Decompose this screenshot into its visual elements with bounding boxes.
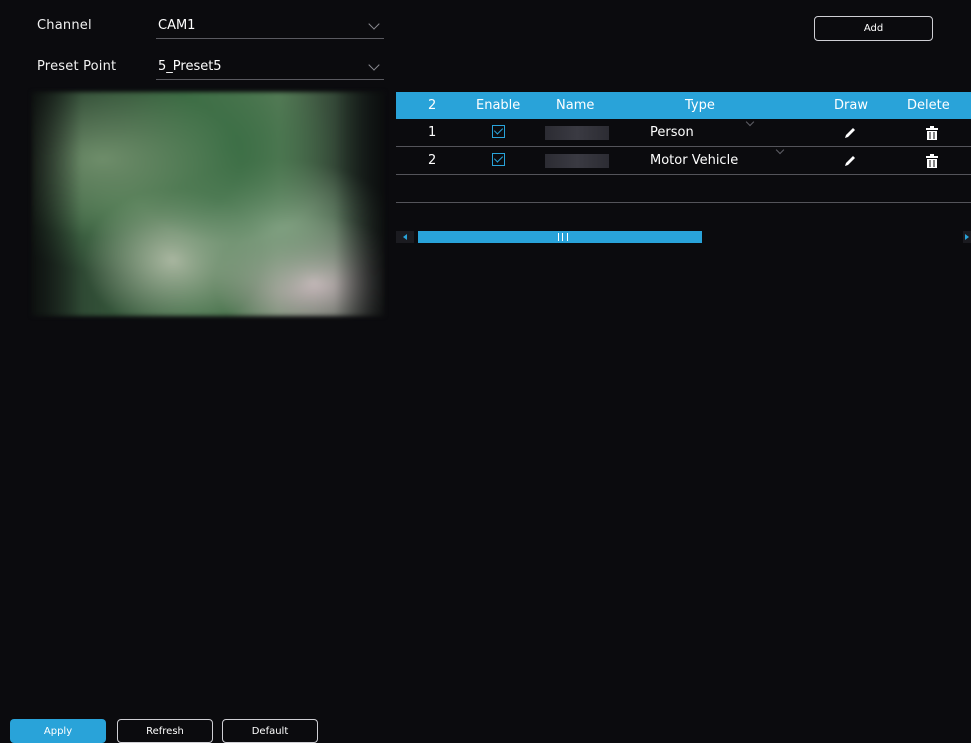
table-horizontal-scrollbar[interactable] [396, 229, 971, 243]
preset-point-select-value: 5_Preset5 [158, 59, 222, 74]
channel-select[interactable]: CAM1 [156, 16, 384, 39]
name-input[interactable] [545, 154, 609, 168]
channel-select-value: CAM1 [158, 18, 196, 33]
apply-button[interactable]: Apply [10, 719, 106, 743]
column-header-type: Type [685, 98, 715, 113]
trash-icon[interactable] [926, 126, 938, 140]
default-button[interactable]: Default [222, 719, 318, 743]
camera-preview-image [32, 92, 384, 316]
trash-icon[interactable] [926, 154, 938, 168]
preset-point-label: Preset Point [37, 59, 117, 74]
refresh-button[interactable]: Refresh [117, 719, 213, 743]
table-row-empty [396, 175, 971, 203]
table-row: 2 Motor Vehicle [396, 145, 971, 175]
chevron-down-icon [368, 18, 380, 30]
rule-table: 2 Enable Name Type Draw Delete 1 Person [396, 92, 971, 203]
channel-label: Channel [37, 18, 92, 33]
column-header-name: Name [556, 98, 595, 113]
column-header-enable: Enable [476, 98, 521, 113]
chevron-down-icon [775, 145, 785, 155]
pencil-icon[interactable] [843, 126, 857, 140]
table-header: 2 Enable Name Type Draw Delete [396, 92, 971, 119]
enable-checkbox[interactable] [492, 153, 505, 166]
scroll-right-arrow-icon[interactable] [963, 231, 971, 243]
name-input[interactable] [545, 126, 609, 140]
add-button[interactable]: Add [814, 16, 933, 41]
scroll-left-arrow-icon[interactable] [396, 231, 414, 243]
preset-point-select[interactable]: 5_Preset5 [156, 57, 384, 80]
grip-icon [558, 233, 568, 241]
type-select[interactable]: Person [650, 119, 694, 146]
chevron-down-icon [745, 117, 755, 127]
type-select[interactable]: Motor Vehicle [650, 147, 738, 174]
table-row: 1 Person [396, 117, 971, 147]
pencil-icon[interactable] [843, 154, 857, 168]
column-header-delete: Delete [907, 98, 950, 113]
enable-checkbox[interactable] [492, 125, 505, 138]
row-index: 2 [428, 153, 437, 168]
row-index: 1 [428, 125, 437, 140]
scrollbar-thumb[interactable] [418, 231, 702, 243]
column-header-count: 2 [428, 98, 437, 113]
column-header-draw: Draw [834, 98, 868, 113]
chevron-down-icon [368, 59, 380, 71]
rule-config-page: Channel CAM1 Preset Point 5_Preset5 Add … [0, 0, 971, 743]
